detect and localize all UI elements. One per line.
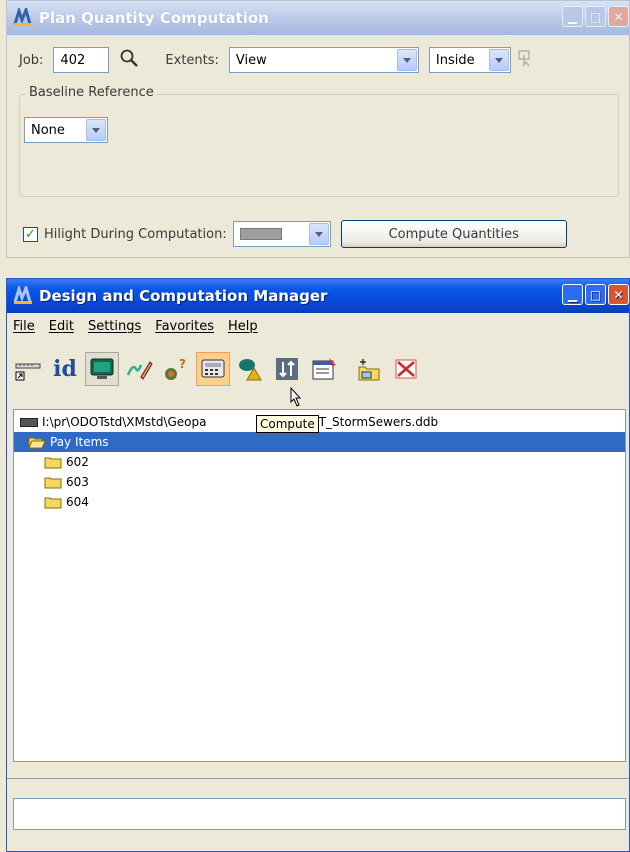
maximize-button[interactable]: □	[585, 6, 606, 27]
tree-item-603[interactable]: 603	[14, 472, 625, 492]
compute-tooltip: Compute	[256, 415, 319, 433]
menu-bar: File Edit Settings Favorites Help	[7, 315, 629, 337]
tree-item-602[interactable]: 602	[14, 452, 625, 472]
properties-icon[interactable]	[307, 352, 341, 386]
ruler-shortcut-icon[interactable]	[11, 352, 45, 386]
folder-icon	[44, 476, 62, 489]
hilight-checkbox[interactable]: ✓	[23, 226, 38, 242]
tree-root-path[interactable]: I:\pr\ODOTstd\XMstd\Geopa \ODOT_StormSew…	[14, 412, 625, 432]
job-input[interactable]: 402	[53, 47, 110, 73]
maximize-button[interactable]: □	[585, 284, 606, 305]
minimize-button[interactable]: ▁	[562, 284, 583, 305]
tree-item-604[interactable]: 604	[14, 492, 625, 512]
color-swatch	[239, 228, 282, 240]
mouse-cursor-icon	[285, 386, 305, 414]
shapes-icon[interactable]	[233, 352, 267, 386]
menu-file[interactable]: File	[13, 319, 35, 334]
minimize-button[interactable]: ▁	[562, 6, 583, 27]
hilight-label: Hilight During Computation:	[44, 226, 227, 242]
svg-text:?: ?	[179, 357, 186, 371]
select-element-icon[interactable]	[517, 49, 533, 71]
design-pen-icon[interactable]	[122, 352, 156, 386]
close-button[interactable]: ✕	[608, 284, 629, 305]
menu-help[interactable]: Help	[228, 319, 258, 334]
plan-title-bar[interactable]: Plan Quantity Computation ▁ □ ✕	[7, 1, 629, 35]
open-folder-icon	[28, 436, 46, 449]
splitter[interactable]	[7, 778, 629, 779]
folder-icon	[44, 496, 62, 509]
plan-window-title: Plan Quantity Computation	[39, 9, 269, 27]
baseline-reference-group: Baseline Reference None	[19, 85, 619, 197]
app-logo-icon	[13, 8, 33, 28]
baseline-dropdown[interactable]: None	[24, 117, 108, 143]
toolbar: id ?	[11, 347, 426, 391]
id-text: id	[53, 356, 77, 382]
tree-view[interactable]: I:\pr\ODOTstd\XMstd\Geopa \ODOT_StormSew…	[13, 409, 626, 762]
plan-quantity-window: Plan Quantity Computation ▁ □ ✕ Job: 402…	[6, 0, 630, 258]
tree-item-pay-items[interactable]: Pay Items	[14, 432, 625, 452]
design-computation-manager-window: Design and Computation Manager ▁ □ ✕ Fil…	[6, 278, 630, 852]
compute-quantities-button[interactable]: Compute Quantities	[340, 220, 567, 248]
menu-edit[interactable]: Edit	[49, 319, 74, 334]
database-icon	[20, 417, 38, 427]
folder-icon	[44, 456, 62, 469]
manager-title-bar[interactable]: Design and Computation Manager ▁ □ ✕	[7, 279, 629, 313]
chevron-down-icon	[488, 49, 509, 71]
paint-query-icon[interactable]: ?	[159, 352, 193, 386]
extents-label: Extents:	[165, 52, 219, 68]
status-field	[13, 798, 626, 830]
chevron-down-icon	[86, 119, 106, 141]
job-label: Job:	[19, 52, 44, 68]
new-folder-icon[interactable]	[352, 352, 386, 386]
app-logo-icon	[13, 286, 33, 306]
chevron-down-icon	[308, 223, 329, 245]
monitor-icon[interactable]	[85, 352, 119, 386]
baseline-reference-legend: Baseline Reference	[26, 85, 157, 100]
compute-button[interactable]	[196, 352, 230, 386]
hilight-color-dropdown[interactable]	[232, 221, 331, 247]
close-button[interactable]: ✕	[608, 6, 629, 27]
chevron-down-icon	[396, 49, 417, 71]
sort-icon[interactable]	[270, 352, 304, 386]
menu-settings[interactable]: Settings	[88, 319, 141, 334]
menu-favorites[interactable]: Favorites	[155, 319, 214, 334]
extents-dropdown[interactable]: View	[228, 47, 419, 73]
inside-dropdown[interactable]: Inside	[428, 47, 511, 73]
magnifier-icon[interactable]	[119, 48, 141, 72]
manager-window-title: Design and Computation Manager	[39, 287, 328, 305]
delete-icon[interactable]	[389, 352, 423, 386]
id-button[interactable]: id	[48, 352, 82, 386]
